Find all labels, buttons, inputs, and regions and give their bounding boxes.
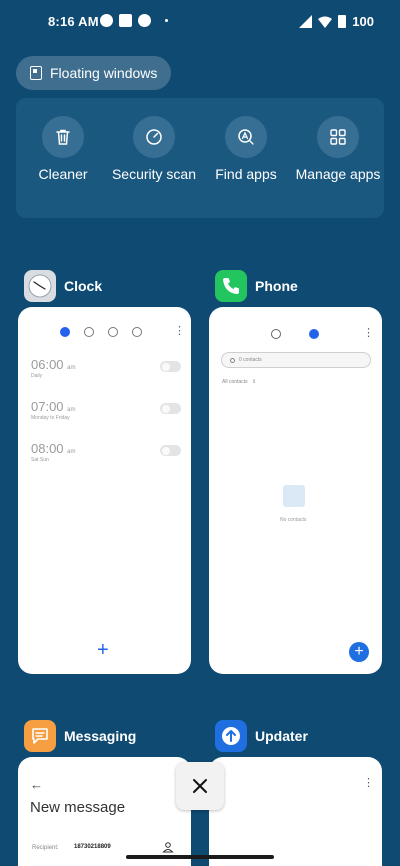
search-icon: [230, 357, 235, 363]
add-contact-button[interactable]: +: [349, 642, 369, 662]
alarm-time: 07:00: [31, 399, 64, 414]
home-indicator[interactable]: [126, 855, 274, 859]
phone-app-icon: [215, 270, 247, 302]
manage-apps-label: Manage apps: [295, 166, 381, 182]
timer-tab-icon[interactable]: [132, 327, 142, 337]
status-time: 8:16 AM: [48, 14, 99, 29]
new-message-title: New message: [30, 799, 126, 816]
notification-square-icon: [119, 14, 132, 27]
contacts-filter-label: All contacts: [222, 379, 248, 385]
message-bubble-icon: [32, 728, 48, 744]
alarm-repeat: Sat Sun: [31, 457, 49, 463]
close-all-button[interactable]: [176, 762, 224, 810]
alarm-tab-icon[interactable]: [60, 327, 70, 337]
messaging-app-title: Messaging: [64, 728, 137, 744]
trash-icon: [56, 129, 70, 145]
floating-windows-button[interactable]: Floating windows: [16, 56, 172, 90]
updater-app-icon: [215, 720, 247, 752]
alarm-time: 06:00: [31, 357, 64, 372]
battery-icon: [338, 15, 347, 28]
phone-menu-icon[interactable]: ⋮: [363, 328, 374, 339]
updater-menu-icon[interactable]: ⋮: [363, 778, 374, 789]
security-scan-icon-circle: [133, 116, 175, 158]
alarm-toggle[interactable]: [160, 361, 181, 372]
update-arrow-icon: [222, 727, 240, 745]
floating-windows-label: Floating windows: [50, 65, 158, 81]
stopwatch-tab-icon[interactable]: [108, 327, 118, 337]
manage-apps-button[interactable]: Manage apps: [292, 116, 384, 182]
clock-app-title: Clock: [64, 278, 103, 294]
clock-app-header[interactable]: Clock: [24, 270, 102, 302]
clock-tabs: [60, 327, 142, 337]
contacts-filter-dropdown[interactable]: All contacts ⇕: [222, 379, 256, 385]
security-scan-button[interactable]: Security scan: [108, 116, 200, 182]
find-apps-label: Find apps: [215, 166, 277, 182]
contact-picker-icon[interactable]: [162, 841, 174, 853]
alarm-row[interactable]: 06:00 am Daily: [31, 357, 181, 379]
find-apps-icon-circle: [225, 116, 267, 158]
empty-contacts-icon: [283, 485, 305, 507]
contacts-search-input[interactable]: 0 contacts: [221, 352, 371, 368]
manage-apps-icon-circle: [317, 116, 359, 158]
messaging-app-icon: [24, 720, 56, 752]
recipient-label: Recipient:: [32, 845, 59, 851]
alarm-repeat: Monday to Friday: [31, 415, 70, 421]
alarm-repeat: Daily: [31, 373, 43, 379]
recipient-value: 18730218809: [74, 844, 111, 850]
alarm-toggle[interactable]: [160, 445, 181, 456]
alarm-row[interactable]: 07:00 am Monday to Friday: [31, 399, 181, 421]
signal-icon: [299, 15, 313, 28]
system-icons: 100: [299, 14, 374, 29]
phone-handset-icon: [223, 278, 239, 294]
phone-app-title: Phone: [255, 278, 298, 294]
messaging-app-preview[interactable]: ← New message Recipient: 18730218809: [18, 757, 191, 866]
security-scan-label: Security scan: [111, 166, 197, 182]
notification-app-icon: [100, 14, 113, 27]
battery-level: 100: [352, 14, 374, 29]
floating-window-icon: [30, 66, 42, 80]
find-app-icon: [238, 129, 254, 145]
clock-menu-icon[interactable]: ⋮: [174, 326, 185, 337]
chevron-updown-icon: ⇕: [251, 379, 257, 385]
notification-icons: [100, 14, 168, 27]
shield-gauge-icon: [146, 129, 162, 145]
updater-app-header[interactable]: Updater: [215, 720, 308, 752]
alarm-toggle[interactable]: [160, 403, 181, 414]
updater-app-preview[interactable]: ⋮: [209, 757, 382, 866]
wifi-icon: [318, 16, 333, 28]
grid-icon: [330, 129, 346, 145]
clock-app-icon: [24, 270, 56, 302]
status-bar: 8:16 AM 100: [0, 0, 400, 44]
clock-face-icon: [28, 274, 52, 298]
calls-tab-icon[interactable]: [271, 329, 281, 339]
contacts-search-placeholder: 0 contacts: [239, 357, 262, 363]
close-icon: [193, 779, 207, 793]
phone-app-header[interactable]: Phone: [215, 270, 298, 302]
clock-app-preview[interactable]: ⋮ 06:00 am Daily 07:00 am Monday to Frid…: [18, 307, 191, 674]
messaging-app-header[interactable]: Messaging: [24, 720, 136, 752]
plus-icon: +: [354, 643, 364, 660]
alarm-ampm: am: [67, 449, 76, 455]
alarm-ampm: am: [67, 407, 76, 413]
cleaner-icon-circle: [42, 116, 84, 158]
updater-app-title: Updater: [255, 728, 308, 744]
more-notifications-dot-icon: [165, 19, 168, 22]
world-clock-tab-icon[interactable]: [84, 327, 94, 337]
find-apps-button[interactable]: Find apps: [200, 116, 292, 182]
cleaner-label: Cleaner: [38, 166, 88, 182]
phone-app-preview[interactable]: ⋮ 0 contacts All contacts ⇕ No contacts …: [209, 307, 382, 674]
notification-pie-icon: [138, 14, 151, 27]
add-alarm-icon[interactable]: +: [97, 639, 109, 662]
alarm-time: 08:00: [31, 441, 64, 456]
alarm-row[interactable]: 08:00 am Sat Sun: [31, 441, 181, 463]
contacts-tab-icon[interactable]: [309, 329, 319, 339]
quick-actions-panel: Cleaner Security scan Find apps Manage a…: [16, 98, 384, 218]
empty-contacts-text: No contacts: [280, 517, 307, 523]
cleaner-button[interactable]: Cleaner: [17, 116, 109, 182]
back-arrow-icon[interactable]: ←: [30, 777, 43, 792]
alarm-ampm: am: [67, 365, 76, 371]
